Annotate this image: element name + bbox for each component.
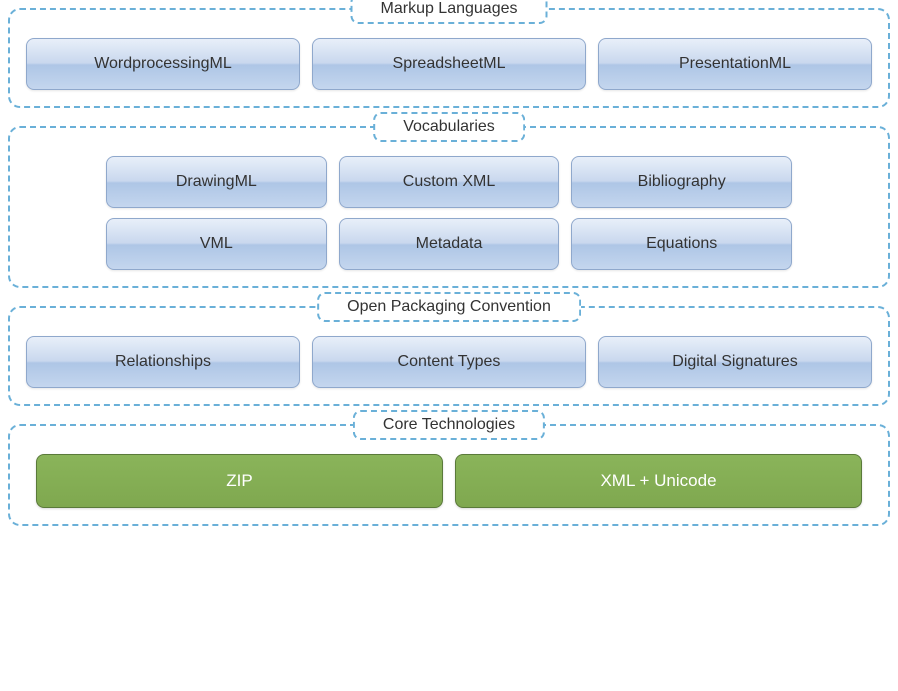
- box-vml: VML: [106, 218, 327, 270]
- section-markup-languages: Markup Languages WordprocessingML Spread…: [8, 8, 890, 108]
- core-row: ZIP XML + Unicode: [26, 454, 872, 508]
- vocab-row-2: VML Metadata Equations: [26, 218, 872, 270]
- box-zip: ZIP: [36, 454, 443, 508]
- box-content-types: Content Types: [312, 336, 586, 388]
- box-bibliography: Bibliography: [571, 156, 792, 208]
- vocab-row-1: DrawingML Custom XML Bibliography: [26, 156, 872, 208]
- markup-row: WordprocessingML SpreadsheetML Presentat…: [26, 38, 872, 90]
- opc-row: Relationships Content Types Digital Sign…: [26, 336, 872, 388]
- section-opc: Open Packaging Convention Relationships …: [8, 306, 890, 406]
- section-title-core: Core Technologies: [353, 410, 545, 440]
- box-xml-unicode: XML + Unicode: [455, 454, 862, 508]
- section-title-opc: Open Packaging Convention: [317, 292, 581, 322]
- box-presentationml: PresentationML: [598, 38, 872, 90]
- box-wordprocessingml: WordprocessingML: [26, 38, 300, 90]
- box-customxml: Custom XML: [339, 156, 560, 208]
- box-relationships: Relationships: [26, 336, 300, 388]
- box-spreadsheetml: SpreadsheetML: [312, 38, 586, 90]
- section-core-technologies: Core Technologies ZIP XML + Unicode: [8, 424, 890, 526]
- box-equations: Equations: [571, 218, 792, 270]
- box-drawingml: DrawingML: [106, 156, 327, 208]
- section-title-vocab: Vocabularies: [373, 112, 525, 142]
- box-metadata: Metadata: [339, 218, 560, 270]
- box-digital-signatures: Digital Signatures: [598, 336, 872, 388]
- section-title-markup: Markup Languages: [351, 0, 548, 24]
- section-vocabularies: Vocabularies DrawingML Custom XML Biblio…: [8, 126, 890, 288]
